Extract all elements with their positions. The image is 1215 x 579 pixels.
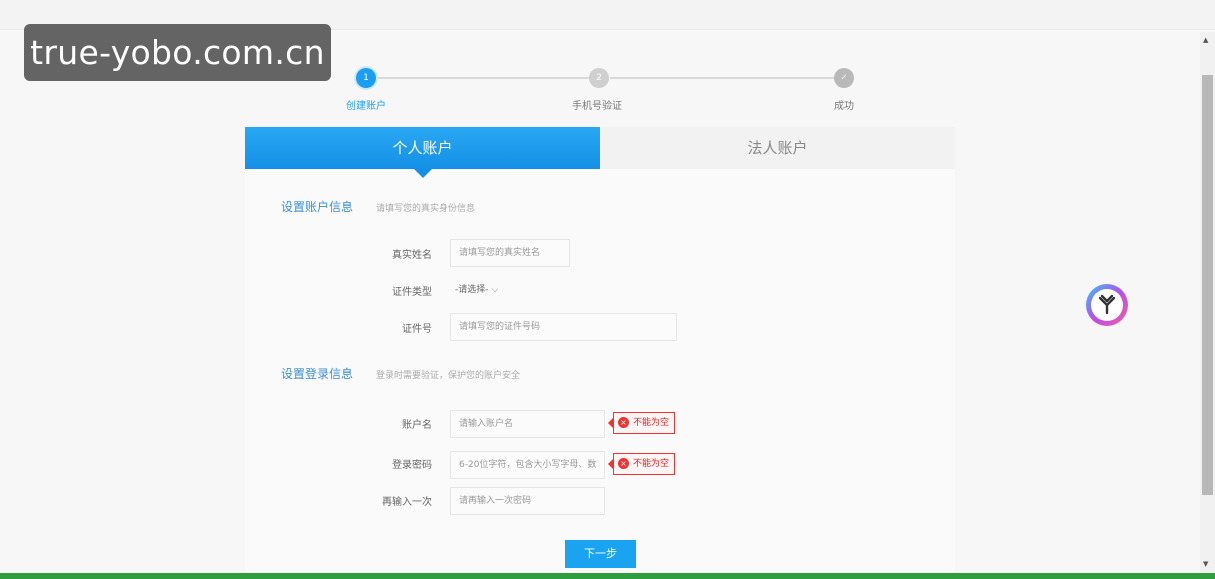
id-type-value: -请选择- — [455, 285, 489, 295]
tab-personal-account[interactable]: 个人账户 — [245, 127, 600, 169]
password-label: 登录密码 — [392, 460, 432, 471]
username-input[interactable] — [450, 410, 605, 438]
active-tab-pointer — [413, 168, 433, 178]
confirm-password-label: 再输入一次 — [382, 497, 432, 508]
login-section-title: 设置登录信息 — [281, 367, 354, 381]
progress-stepper: 1 2 ✓ 创建账户 手机号验证 成功 — [340, 66, 880, 116]
password-error-tip: × 不能为空 — [607, 453, 676, 475]
id-type-select[interactable]: -请选择- ⌵ — [451, 281, 511, 299]
account-section-title: 设置账户信息 — [281, 200, 354, 214]
step-1-dot: 1 — [356, 68, 376, 88]
login-section-hint: 登录时需要验证，保护您的账户安全 — [376, 371, 521, 381]
error-x-icon: × — [618, 417, 629, 428]
username-label: 账户名 — [402, 420, 432, 431]
step-2-dot: 2 — [589, 68, 609, 88]
step-1-label: 创建账户 — [346, 101, 386, 112]
stepper-line — [377, 77, 589, 79]
id-number-label: 证件号 — [402, 324, 432, 335]
step-3-check-icon: ✓ — [834, 68, 854, 88]
watermark: true-yobo.com.cn — [24, 24, 331, 81]
scrollbar-thumb[interactable] — [1202, 75, 1213, 495]
taskbar-strip — [0, 573, 1215, 579]
step-3-label: 成功 — [834, 101, 854, 112]
tab-legal-account[interactable]: 法人账户 — [600, 127, 955, 169]
confirm-password-input[interactable] — [450, 487, 605, 515]
id-type-label: 证件类型 — [392, 287, 432, 298]
floating-assistant-logo-icon[interactable] — [1086, 284, 1128, 326]
scroll-up-arrow-icon[interactable]: ▲ — [1203, 36, 1208, 44]
step-2-label: 手机号验证 — [572, 101, 622, 112]
scroll-down-arrow-icon[interactable]: ▼ — [1203, 560, 1208, 568]
real-name-label: 真实姓名 — [392, 250, 432, 261]
id-number-input[interactable] — [450, 313, 677, 341]
error-x-icon: × — [618, 458, 629, 469]
chevron-down-icon: ⌵ — [491, 285, 499, 295]
stepper-line — [610, 77, 836, 79]
username-error-text: 不能为空 — [633, 418, 670, 428]
password-error-text: 不能为空 — [633, 459, 670, 469]
real-name-input[interactable] — [450, 239, 570, 267]
account-section-hint: 请填写您的真实身份信息 — [376, 204, 476, 214]
next-step-button[interactable]: 下一步 — [565, 540, 636, 568]
password-input[interactable] — [450, 451, 605, 479]
y-logo-icon — [1098, 294, 1116, 315]
username-error-tip: × 不能为空 — [607, 412, 676, 434]
